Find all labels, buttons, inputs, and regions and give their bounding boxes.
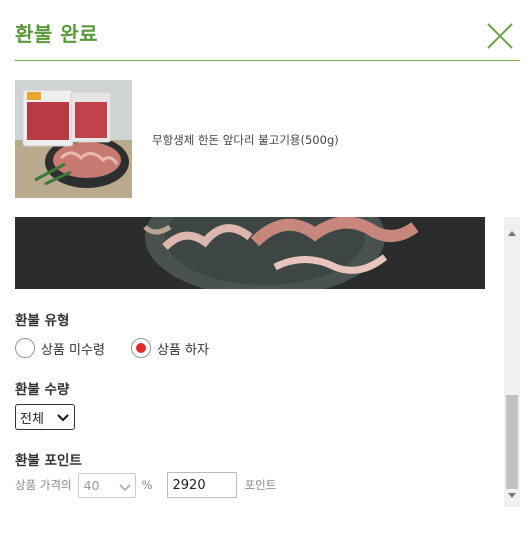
header-divider — [15, 60, 520, 61]
refund-qty-value: 전체 — [20, 411, 44, 427]
refund-qty-select[interactable]: 전체 — [15, 404, 75, 430]
scroll-down-arrow-icon[interactable] — [508, 484, 516, 503]
point-amount-value: 2920 — [172, 477, 206, 493]
percent-value: 40 — [83, 477, 100, 493]
radio-defective-label: 상품 하자 — [156, 342, 209, 358]
modal-title: 환불 완료 — [15, 22, 99, 46]
radio-defective[interactable]: 상품 하자 — [130, 338, 209, 358]
product-name: 무항생제 한돈 앞다리 불고기용(500g) — [152, 133, 339, 147]
chevron-down-icon — [118, 481, 131, 496]
radio-not-received[interactable]: 상품 미수령 — [15, 338, 105, 358]
radio-not-received-circle[interactable] — [15, 338, 35, 358]
close-icon[interactable] — [484, 20, 516, 52]
product-summary: 무항생제 한돈 앞다리 불고기용(500g) — [15, 80, 515, 198]
point-amount-input[interactable]: 2920 — [166, 472, 237, 498]
product-thumbnail — [15, 80, 132, 198]
refund-form-scroll-area[interactable]: 환불 유형 상품 미수령 상품 하자 환불 수량 전체 환불 포인트 상품 가격… — [0, 217, 520, 507]
percent-select[interactable]: 40 — [77, 472, 136, 498]
radio-not-received-label: 상품 미수령 — [41, 342, 105, 358]
refund-point-row: 상품 가격의 40 % 2920 포인트 — [15, 472, 276, 498]
refund-point-label: 환불 포인트 — [15, 453, 82, 469]
radio-defective-circle[interactable] — [130, 338, 151, 358]
chevron-down-icon — [57, 412, 69, 427]
refund-qty-label: 환불 수량 — [15, 382, 70, 398]
scrollbar-thumb[interactable] — [506, 395, 518, 489]
refund-type-radio-group: 상품 미수령 상품 하자 — [15, 337, 235, 359]
vertical-scrollbar[interactable] — [504, 217, 520, 507]
refund-type-label: 환불 유형 — [15, 313, 70, 329]
percent-suffix: % — [141, 478, 153, 492]
price-ratio-label: 상품 가격의 — [15, 478, 72, 492]
product-detail-image — [15, 217, 485, 297]
scroll-up-arrow-icon[interactable] — [508, 221, 516, 240]
modal-header: 환불 완료 — [0, 0, 527, 62]
point-unit-label: 포인트 — [244, 478, 277, 492]
